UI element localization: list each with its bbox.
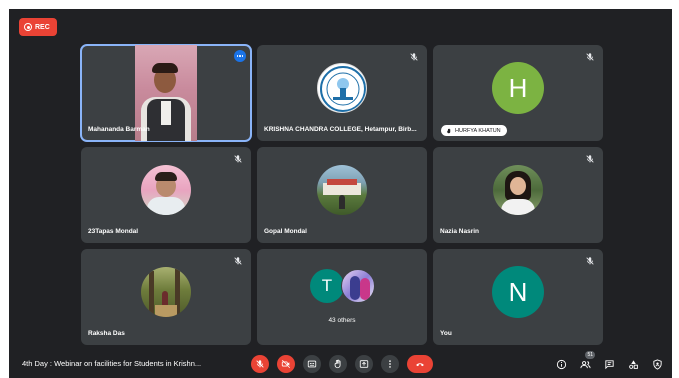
others-count-label: 43 others [328,317,356,324]
raise-hand-button[interactable] [329,355,347,373]
participant-tile[interactable]: Gopal Mondal [257,147,427,243]
record-icon [24,23,32,31]
participant-photo [317,165,367,216]
recording-indicator: REC [19,18,57,36]
more-options-icon[interactable] [234,50,246,62]
camera-off-icon [281,359,291,369]
participant-tile[interactable]: Mahananda Barman [80,44,252,142]
leave-call-button[interactable] [407,355,433,373]
activities-icon [628,359,638,369]
participant-name: Mahananda Barman [88,126,150,133]
participant-tile[interactable]: H HURFYA KHATUN [433,45,603,141]
raise-hand-icon [447,128,451,133]
mic-off-icon [256,360,264,368]
participant-name: Nazia Nasrin [440,228,480,235]
self-tile[interactable]: N You [433,249,603,345]
participant-tile[interactable]: Raksha Das [81,249,251,345]
participant-name-pill: HURFYA KHATUN [441,125,507,136]
recording-label: REC [35,23,50,31]
self-avatar: N [492,266,544,319]
camera-toggle-button[interactable] [277,355,295,373]
participant-photo [141,267,191,318]
activities-button[interactable] [626,357,640,371]
meeting-details-button[interactable] [554,357,568,371]
people-icon [579,360,591,368]
participant-name: Gopal Mondal [264,228,307,235]
meeting-title: 4th Day : Webinar on facilities for Stud… [22,359,202,368]
self-name: You [440,330,452,337]
mic-toggle-button[interactable] [251,355,269,373]
chat-icon [604,359,614,369]
chat-button[interactable] [602,357,616,371]
mic-off-icon [586,53,594,61]
bottom-toolbar: 4th Day : Webinar on facilities for Stud… [9,351,672,378]
mic-off-icon [586,155,594,163]
captions-button[interactable] [303,355,321,373]
more-icon [389,360,391,368]
participants-count-badge: 51 [585,351,595,359]
participant-name: KRISHNA CHANDRA COLLEGE, Hetampur, Birb.… [264,126,417,133]
present-button[interactable] [355,355,373,373]
others-tile[interactable]: T 43 others [257,249,427,345]
meet-window: REC Mahananda Barman KRISHNA CHANDRA COL… [9,9,672,378]
others-avatar-photo [341,269,375,303]
raise-hand-icon [334,359,341,369]
participant-tile[interactable]: Nazia Nasrin [433,147,603,243]
mic-off-icon [586,257,594,265]
others-avatar-initial: T [310,269,344,303]
mic-off-icon [234,257,242,265]
info-icon [556,359,566,369]
college-logo [317,63,367,114]
participant-photo [141,165,191,216]
captions-icon [307,360,317,368]
host-controls-button[interactable] [650,357,664,371]
participant-tile[interactable]: 23Tapas Mondal [81,147,251,243]
participant-name: 23Tapas Mondal [88,228,139,235]
present-icon [359,360,369,368]
participant-name: HURFYA KHATUN [455,127,501,134]
end-call-icon [416,363,424,367]
participant-photo [493,165,543,216]
participant-avatar: H [492,62,544,115]
mic-off-icon [410,53,418,61]
host-controls-icon [652,358,662,370]
mic-off-icon [234,155,242,163]
participant-tile[interactable]: KRISHNA CHANDRA COLLEGE, Hetampur, Birb.… [257,45,427,141]
participant-name: Raksha Das [88,330,125,337]
more-options-button[interactable] [381,355,399,373]
people-button[interactable]: 51 [578,351,595,371]
